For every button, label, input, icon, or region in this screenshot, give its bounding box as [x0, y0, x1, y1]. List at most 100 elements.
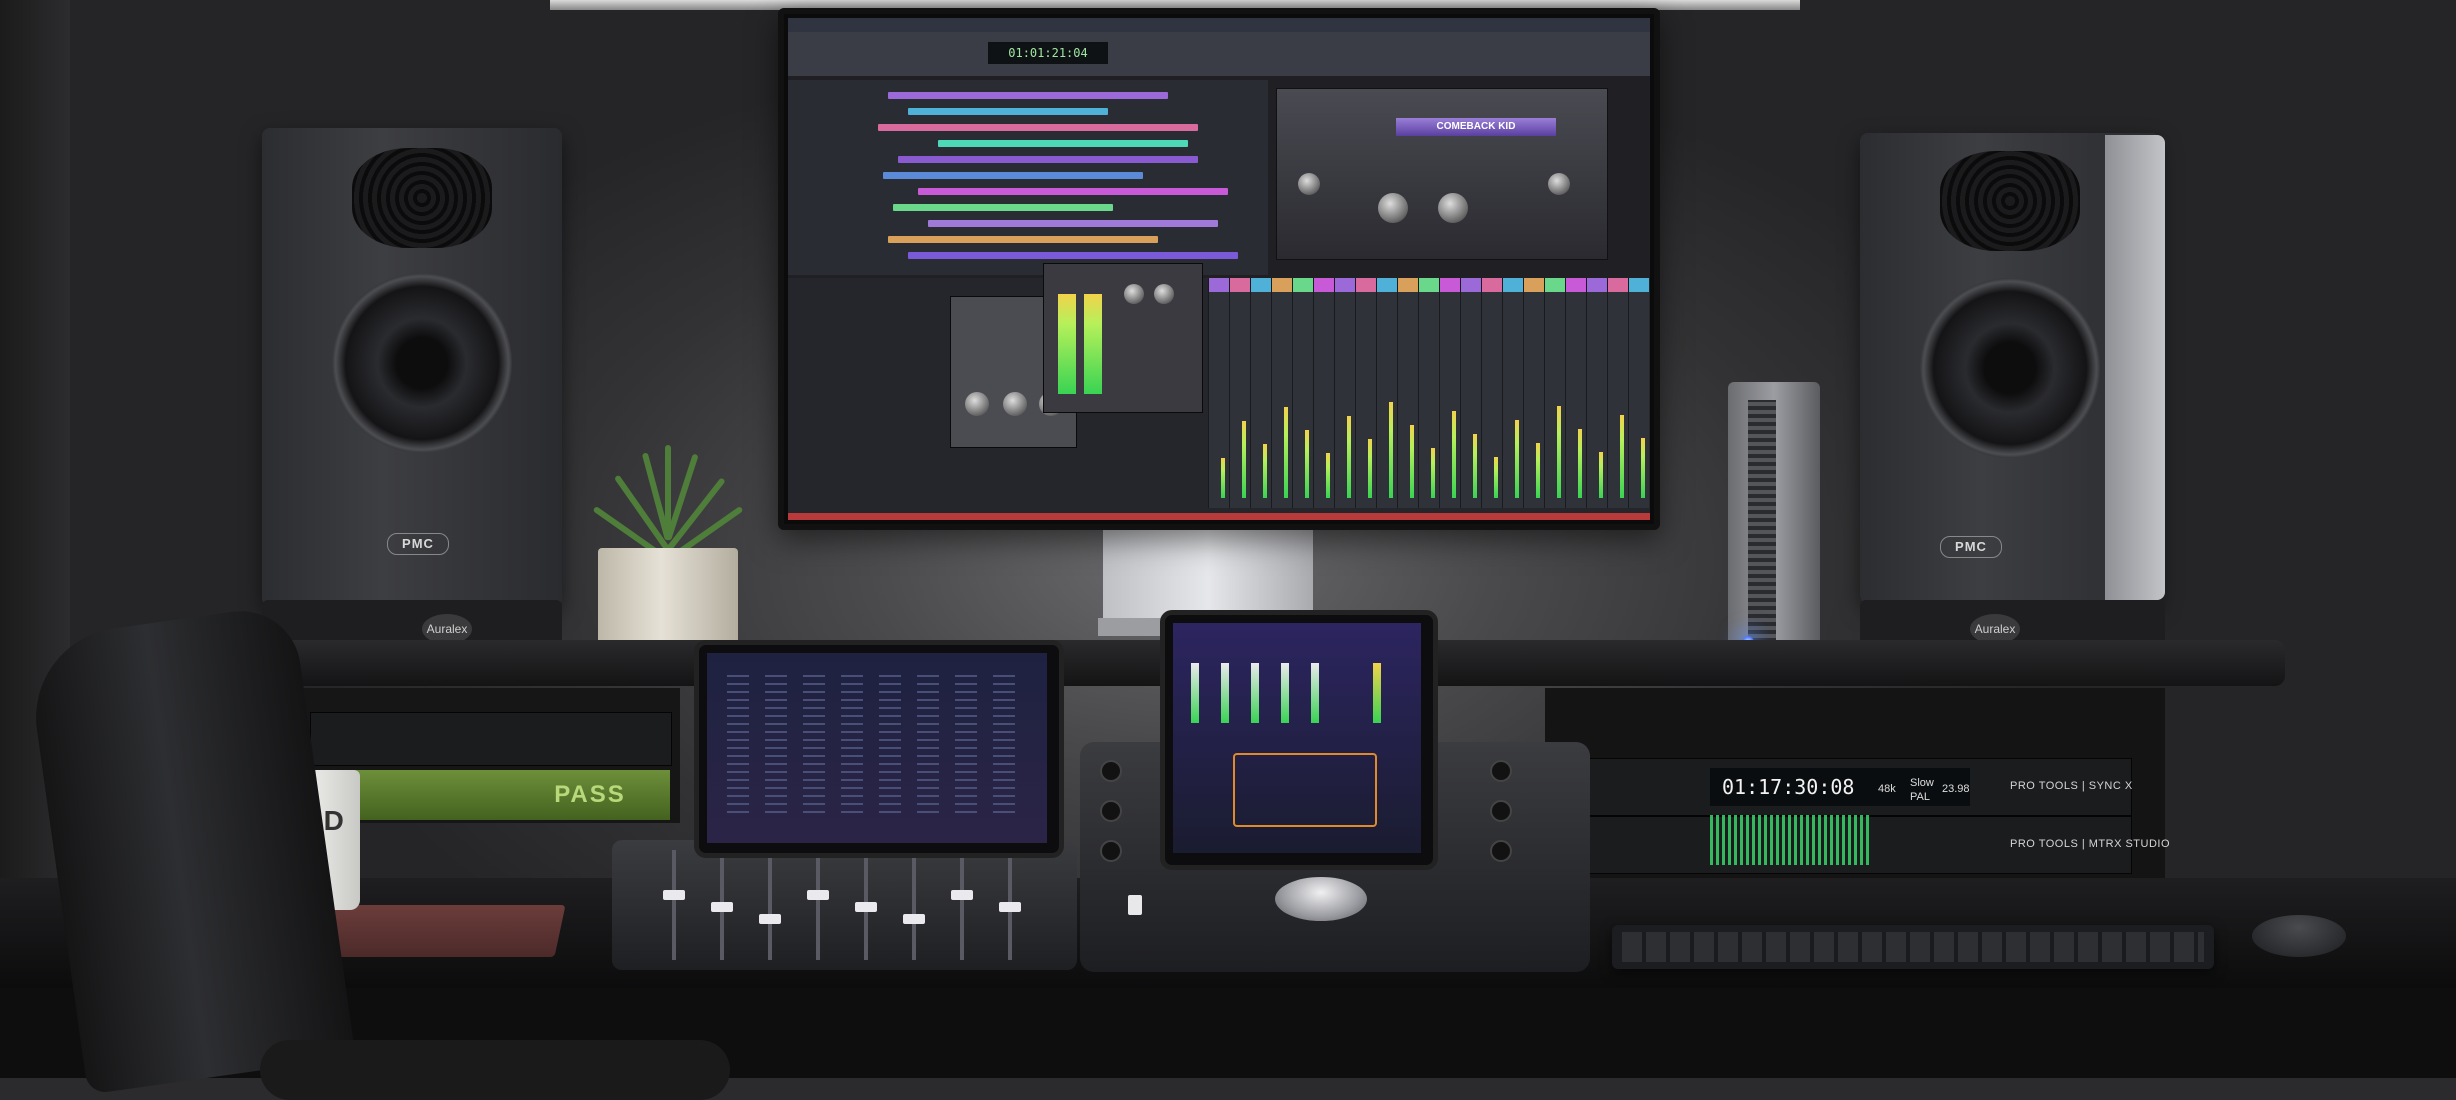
- tablet-panner: [1233, 753, 1377, 827]
- office-chair-seat: [260, 1040, 730, 1100]
- fader-cap: [711, 902, 733, 912]
- channel-meter: [1410, 425, 1414, 498]
- fader-track: [816, 850, 820, 960]
- mixer-channel-strip: [1334, 278, 1355, 508]
- channel-color-tab: [1398, 278, 1418, 292]
- right-speaker-side-panel: [2105, 135, 2165, 600]
- channel-color-tab: [1293, 278, 1313, 292]
- mixer-channel-strip: [1208, 278, 1229, 508]
- fader-cap: [951, 890, 973, 900]
- vu-knob: [1124, 284, 1144, 304]
- tablet-channel-fader: [917, 673, 939, 813]
- channel-meter: [1599, 452, 1603, 498]
- channel-meter: [1368, 439, 1372, 498]
- right-speaker-logo: PMC: [1940, 536, 2002, 558]
- channel-color-tab: [1377, 278, 1397, 292]
- fader-cap: [663, 890, 685, 900]
- tablet-meter: [1251, 663, 1259, 723]
- sync-rate-readout: 48k: [1878, 783, 1896, 795]
- track-clip: [878, 124, 1198, 131]
- channel-color-tab: [1251, 278, 1271, 292]
- left-speaker: PMC: [262, 128, 562, 606]
- channel-meter: [1473, 434, 1477, 498]
- tablet-meter: [1281, 663, 1289, 723]
- channel-meter: [1347, 416, 1351, 498]
- channel-meter: [1389, 402, 1393, 498]
- fader-track: [768, 850, 772, 960]
- vu-meter: [1058, 294, 1076, 394]
- mixer-channel-strip: [1229, 278, 1250, 508]
- mixer-channel-strip: [1565, 278, 1586, 508]
- track-clip: [928, 220, 1218, 227]
- channel-color-tab: [1356, 278, 1376, 292]
- channel-meter: [1452, 411, 1456, 498]
- tablet-channel-fader: [993, 673, 1015, 813]
- fader-cap: [807, 890, 829, 900]
- channel-color-tab: [1209, 278, 1229, 292]
- tablet-channel-fader: [803, 673, 825, 813]
- tablet-meter: [1311, 663, 1319, 723]
- channel-color-tab: [1314, 278, 1334, 292]
- tablet-fader-bank: [727, 673, 1037, 823]
- mixer-channel-strip: [1460, 278, 1481, 508]
- mixer-channel-strip: [1355, 278, 1376, 508]
- channel-meter: [1263, 444, 1267, 498]
- plugin-knob: [1378, 193, 1408, 223]
- channel-meter: [1515, 420, 1519, 498]
- mtrx-model-label: PRO TOOLS | MTRX STUDIO: [2010, 838, 2171, 850]
- daw-menubar: [788, 18, 1650, 32]
- vu-meter-window: [1043, 263, 1203, 413]
- mixer-channel-strip: [1586, 278, 1607, 508]
- monitor: 01:01:21:04 COMEBACK KID: [778, 8, 1660, 530]
- channel-color-tab: [1629, 278, 1649, 292]
- channel-color-tab: [1419, 278, 1439, 292]
- channel-color-tab: [1440, 278, 1460, 292]
- channel-color-tab: [1587, 278, 1607, 292]
- daw-transport-bar: [788, 32, 1650, 76]
- channel-color-tab: [1608, 278, 1628, 292]
- mixer-channel-strip: [1397, 278, 1418, 508]
- encoder-knob: [1100, 800, 1122, 822]
- plant: [580, 420, 760, 563]
- fader-track: [912, 850, 916, 960]
- left-speaker-tweeter: [352, 148, 492, 248]
- mixer-channel-strip: [1292, 278, 1313, 508]
- track-clip: [908, 252, 1238, 259]
- channel-meter: [1578, 429, 1582, 498]
- tablet-channel-fader: [955, 673, 977, 813]
- fader-control-surface: [612, 840, 1077, 970]
- mixer-strips: [1208, 278, 1649, 513]
- mixer-channel-strip: [1271, 278, 1292, 508]
- track-clip: [893, 204, 1113, 211]
- track-clip: [938, 140, 1188, 147]
- sync-ref-readout: Slow PAL: [1910, 777, 1934, 803]
- plugin-knob: [1548, 173, 1570, 195]
- master-fader: [1128, 895, 1142, 915]
- mtrx-meter-bars: [1710, 815, 1870, 865]
- fader-bank: [652, 850, 1052, 960]
- fader-cap: [999, 902, 1021, 912]
- channel-meter: [1305, 430, 1309, 498]
- channel-meter: [1494, 457, 1498, 498]
- channel-meter: [1536, 443, 1540, 498]
- mixer-channel-strip: [1523, 278, 1544, 508]
- tablet-channel-fader: [841, 673, 863, 813]
- mixer-channel-strip: [1502, 278, 1523, 508]
- mixer-channel-strip: [1607, 278, 1628, 508]
- left-speaker-woofer: [332, 273, 512, 453]
- plugin-title: COMEBACK KID: [1396, 118, 1556, 136]
- channel-color-tab: [1461, 278, 1481, 292]
- right-speaker-woofer: [1920, 278, 2100, 458]
- tablet-meter: [1191, 663, 1199, 723]
- fader-cap: [903, 914, 925, 924]
- fader-cap: [855, 902, 877, 912]
- sync-model-label: PRO TOOLS | SYNC X: [2010, 780, 2133, 792]
- tablet-channel-fader: [879, 673, 901, 813]
- encoder-knob: [1100, 840, 1122, 862]
- mixer-channel-strip: [1418, 278, 1439, 508]
- tablet-channel-fader: [765, 673, 787, 813]
- eq-knob: [965, 392, 989, 416]
- encoder-knob: [1490, 800, 1512, 822]
- keyboard-keys: [1622, 932, 2204, 962]
- eq-knob: [1003, 392, 1027, 416]
